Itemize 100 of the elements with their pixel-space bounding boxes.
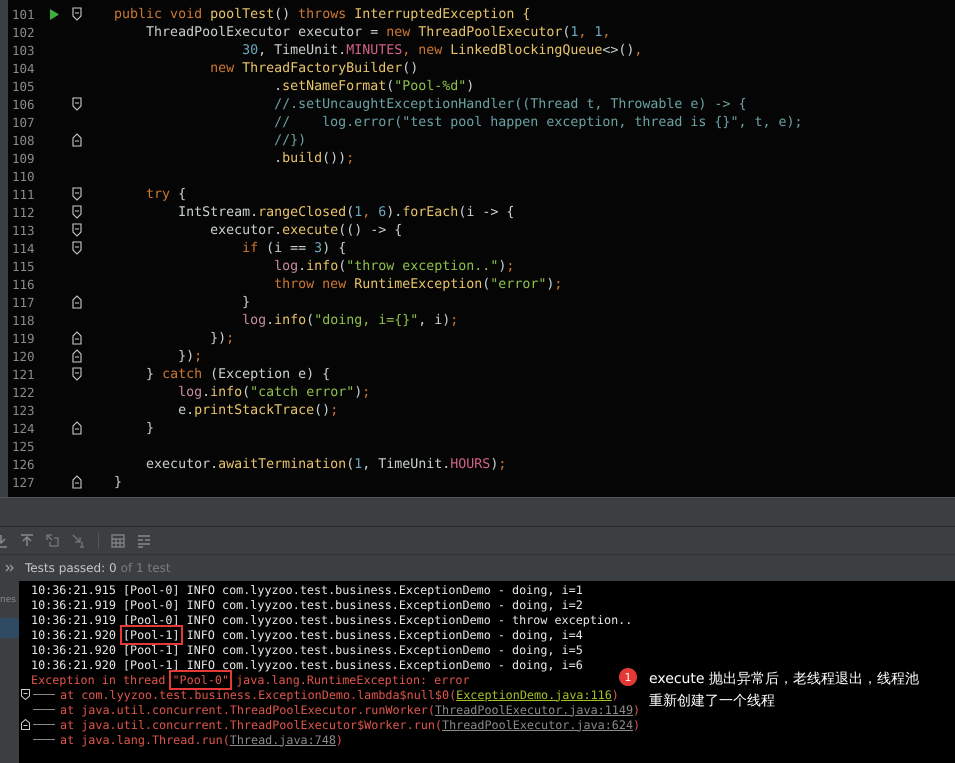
fold-icon[interactable] bbox=[72, 421, 82, 435]
fold-icon[interactable] bbox=[72, 7, 82, 21]
code-line: log.info("doing, i={}", i); bbox=[241, 312, 458, 328]
code-line: } bbox=[241, 294, 250, 310]
line-number: 110 bbox=[12, 168, 36, 184]
line-number: 121 bbox=[12, 366, 36, 382]
annotation-text: 重新创建了一个线程 bbox=[649, 692, 776, 711]
fold-icon[interactable] bbox=[72, 331, 82, 345]
console-text: ) bbox=[633, 702, 640, 716]
fold-icon[interactable] bbox=[72, 475, 82, 489]
code-line: 30, TimeUnit.MINUTES, new LinkedBlockingQueue<>(), bbox=[241, 42, 642, 58]
file-link[interactable]: ThreadPoolExecutor.java:1149 bbox=[434, 702, 634, 716]
file-link[interactable]: Thread.java:748 bbox=[230, 732, 336, 746]
step-badge: 1 bbox=[619, 668, 637, 686]
code-line: executor.execute(() -> { bbox=[209, 222, 402, 238]
console-text: at com.lyyzoo.test.business.ExceptionDemo.lambda$null$0( bbox=[60, 688, 456, 702]
line-number: 109 bbox=[12, 150, 36, 166]
layout-icon[interactable] bbox=[137, 534, 151, 548]
line-number: 102 bbox=[12, 24, 36, 40]
fold-icon[interactable] bbox=[72, 223, 82, 237]
fold-icon[interactable] bbox=[21, 719, 30, 730]
tests-result: Tests passed: 0 bbox=[25, 561, 117, 575]
line-number: 118 bbox=[12, 312, 36, 328]
run-icon[interactable] bbox=[50, 8, 59, 20]
code-line: } bbox=[113, 474, 122, 490]
fold-icon[interactable] bbox=[72, 349, 82, 363]
code-line: throw new RuntimeException("error"); bbox=[273, 276, 562, 292]
line-number: 104 bbox=[12, 60, 36, 76]
line-number: 115 bbox=[12, 258, 36, 274]
line-number: 123 bbox=[12, 402, 36, 418]
console-text: at java.util.concurrent.ThreadPoolExecutor$Worker.run( bbox=[60, 718, 442, 732]
console-text: 10:36:21.919 [Pool-0] INFO com.lyyzoo.test.business.ExceptionDemo - throw exception.. bbox=[31, 612, 632, 626]
line-number: 105 bbox=[12, 78, 36, 94]
fold-icon[interactable] bbox=[72, 187, 82, 201]
code-line: executor.awaitTermination(1, TimeUnit.HOURS); bbox=[145, 456, 506, 472]
line-number: 112 bbox=[12, 204, 36, 220]
line-number: 125 bbox=[12, 438, 36, 454]
upload-icon[interactable] bbox=[20, 534, 34, 548]
console-text: Exception in thread bbox=[31, 672, 166, 686]
line-number: 120 bbox=[12, 348, 36, 364]
table-icon[interactable] bbox=[111, 534, 125, 548]
console-text: 10:36:21.920 [Pool-1] INFO com.lyyzoo.test.business.ExceptionDemo - doing, i=6 bbox=[31, 658, 583, 672]
code-line: try { bbox=[145, 186, 186, 202]
console-text: ) bbox=[612, 688, 619, 702]
console-text: INFO com.lyyzoo.test.business.ExceptionDemo - doing, i=4 bbox=[186, 628, 583, 642]
line-number: 106 bbox=[12, 96, 36, 112]
fold-icon[interactable] bbox=[72, 97, 82, 111]
file-link[interactable]: ExceptionDemo.java:116 bbox=[456, 688, 612, 702]
annotation-text: execute 抛出异常后，老线程退出，线程池 bbox=[649, 670, 919, 689]
line-number: 101 bbox=[12, 6, 36, 22]
line-number: 113 bbox=[12, 222, 36, 238]
console-text: java.lang.RuntimeException: error bbox=[236, 672, 470, 686]
panel-label: nes bbox=[0, 595, 16, 605]
fold-icon[interactable] bbox=[21, 689, 30, 700]
line-number: 122 bbox=[12, 384, 36, 400]
tests-total: of 1 test bbox=[120, 561, 171, 575]
line-number: 116 bbox=[12, 276, 36, 292]
code-line: }); bbox=[209, 330, 234, 346]
line-number: 111 bbox=[12, 186, 36, 202]
code-line: //}) bbox=[273, 132, 306, 148]
highlighted-text: [Pool-1] bbox=[122, 628, 180, 642]
file-link[interactable]: ThreadPoolExecutor.java:624 bbox=[442, 718, 634, 732]
console-text: 10:36:21.915 [Pool-0] INFO com.lyyzoo.test.business.ExceptionDemo - doing, i=1 bbox=[31, 582, 583, 596]
code-line: log.info("throw exception.."); bbox=[273, 258, 514, 274]
console-text: 10:36:21.919 [Pool-0] INFO com.lyyzoo.test.business.ExceptionDemo - doing, i=2 bbox=[31, 598, 583, 612]
console-text: ) bbox=[633, 718, 640, 732]
code-line: IntStream.rangeClosed(1, 6).forEach(i -> { bbox=[177, 204, 514, 220]
console-text: 10:36:21.920 [Pool-1] INFO com.lyyzoo.test.business.ExceptionDemo - doing, i=5 bbox=[31, 642, 583, 656]
fold-icon[interactable] bbox=[72, 295, 82, 309]
code-line: log.info("catch error"); bbox=[177, 384, 370, 400]
code-line: public void poolTest() throws InterruptedException { bbox=[113, 6, 530, 22]
code-line: // log.error("test pool happen exception, thread is {}", t, e); bbox=[273, 114, 802, 130]
code-line: //.setUncaughtExceptionHandler((Thread t, Throwable e) -> { bbox=[273, 96, 746, 112]
line-number: 107 bbox=[12, 114, 36, 130]
line-number: 124 bbox=[12, 420, 36, 436]
line-number: 103 bbox=[12, 42, 36, 58]
line-number: 117 bbox=[12, 294, 36, 310]
code-line: .build()); bbox=[273, 150, 354, 166]
selection-highlight bbox=[0, 618, 19, 638]
console-text: at java.lang.Thread.run( bbox=[60, 732, 230, 746]
fold-icon[interactable] bbox=[72, 367, 82, 381]
line-number: 127 bbox=[12, 474, 36, 490]
highlighted-text: "Pool-0" bbox=[172, 672, 230, 686]
expand-icon[interactable] bbox=[5, 564, 14, 572]
line-number: 126 bbox=[12, 456, 36, 472]
line-number: 119 bbox=[12, 330, 36, 346]
fold-icon[interactable] bbox=[72, 133, 82, 147]
line-number: 108 bbox=[12, 132, 36, 148]
console-text: 10:36:21.920 bbox=[31, 628, 116, 642]
code-line: }); bbox=[177, 348, 202, 364]
code-line: e.printStackTrace(); bbox=[177, 402, 338, 418]
code-line: ThreadPoolExecutor executor = new ThreadPoolExecutor(1, 1, bbox=[145, 24, 610, 40]
fold-icon[interactable] bbox=[72, 205, 82, 219]
line-number: 114 bbox=[12, 240, 36, 256]
fold-icon[interactable] bbox=[72, 241, 82, 255]
code-line: } bbox=[145, 420, 154, 436]
code-line: if (i == 3) { bbox=[241, 240, 346, 256]
console-text: at java.util.concurrent.ThreadPoolExecutor.runWorker( bbox=[60, 702, 435, 716]
code-line: new ThreadFactoryBuilder() bbox=[209, 60, 418, 76]
code-line: .setNameFormat("Pool-%d") bbox=[273, 78, 474, 94]
